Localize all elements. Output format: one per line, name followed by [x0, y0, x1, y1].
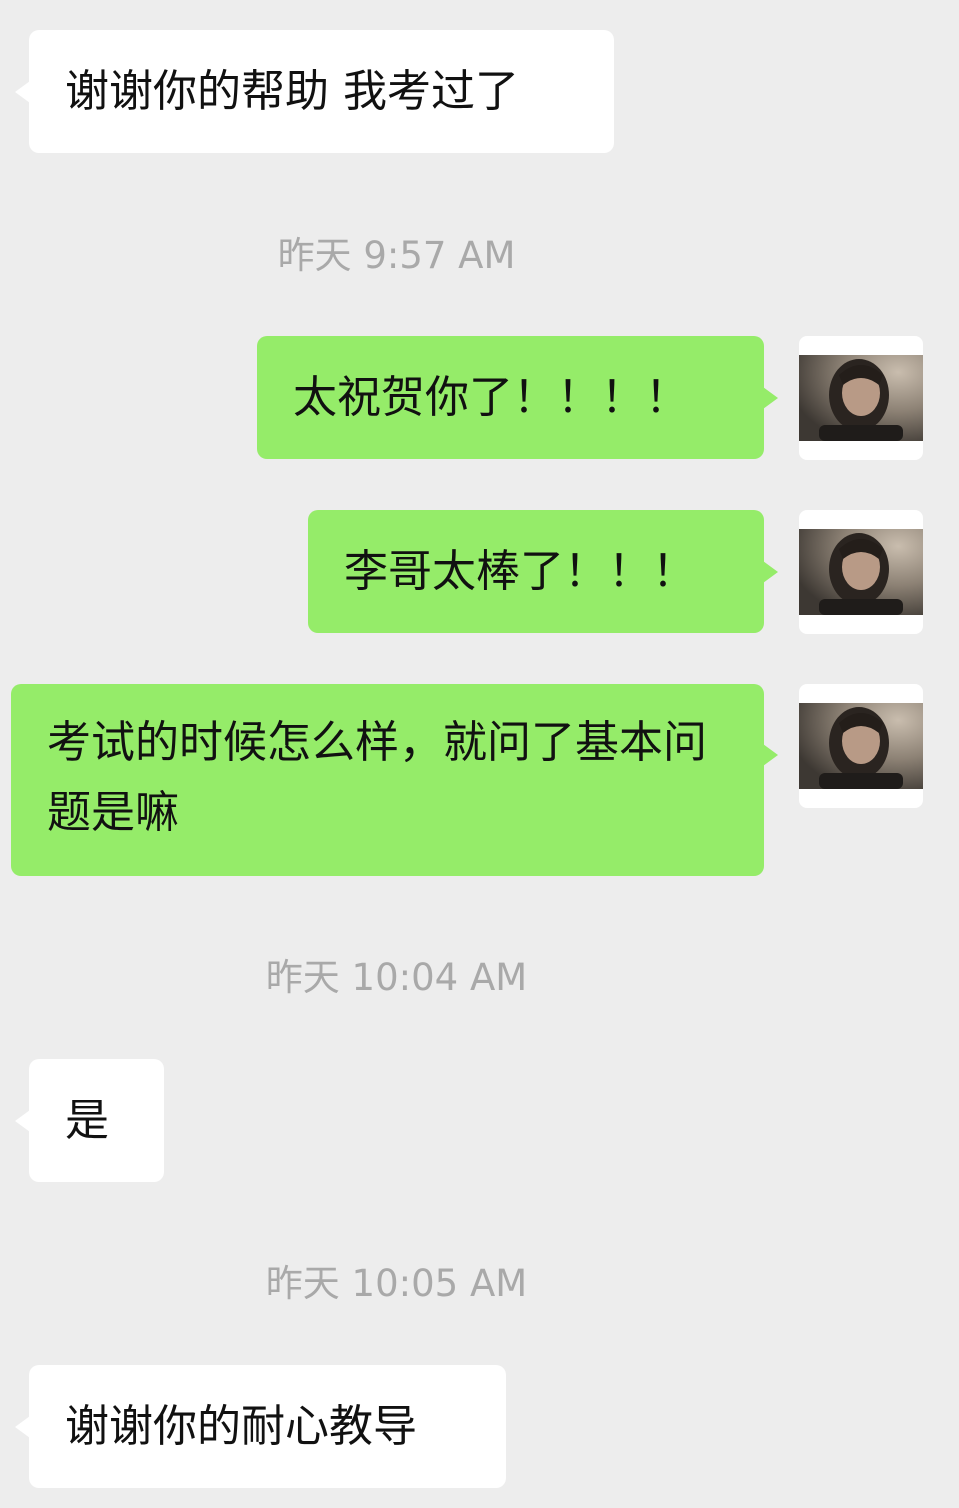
bubble-tail — [15, 80, 30, 103]
message-text: 是 — [65, 1095, 109, 1146]
message-timestamp: 昨天 10:05 AM — [265, 1262, 528, 1305]
bubble-tail — [15, 1415, 30, 1438]
message-text: 谢谢你的帮助 我考过了 — [65, 66, 519, 117]
message-timestamp: 昨天 9:57 AM — [277, 234, 516, 277]
avatar-photo-icon — [799, 703, 923, 789]
user-avatar[interactable] — [799, 336, 923, 460]
message-timestamp: 昨天 10:04 AM — [265, 956, 528, 999]
user-avatar[interactable] — [799, 684, 923, 808]
message-text: 太祝贺你了！！！！ — [293, 372, 689, 423]
outgoing-message-bubble[interactable]: 考试的时候怎么样，就问了基本问题是嘛 — [11, 684, 778, 876]
bubble-tail — [763, 560, 778, 583]
user-avatar[interactable] — [799, 510, 923, 634]
bubble-tail — [763, 744, 778, 766]
incoming-message-bubble[interactable]: 是 — [15, 1059, 164, 1182]
outgoing-message-bubble[interactable]: 李哥太棒了！！！ — [308, 510, 778, 633]
avatar-photo-icon — [799, 355, 923, 441]
incoming-message-bubble[interactable]: 谢谢你的耐心教导 — [15, 1365, 506, 1488]
outgoing-message-bubble[interactable]: 太祝贺你了！！！！ — [257, 336, 778, 459]
message-text: 考试的时候怎么样，就问了基本问题是嘛 — [47, 717, 707, 838]
bubble-tail — [763, 386, 778, 409]
incoming-message-bubble[interactable]: 谢谢你的帮助 我考过了 — [15, 30, 614, 153]
message-text: 李哥太棒了！！！ — [344, 546, 696, 597]
bubble-tail — [15, 1109, 30, 1132]
avatar-photo-icon — [799, 529, 923, 615]
message-text: 谢谢你的耐心教导 — [65, 1401, 417, 1452]
